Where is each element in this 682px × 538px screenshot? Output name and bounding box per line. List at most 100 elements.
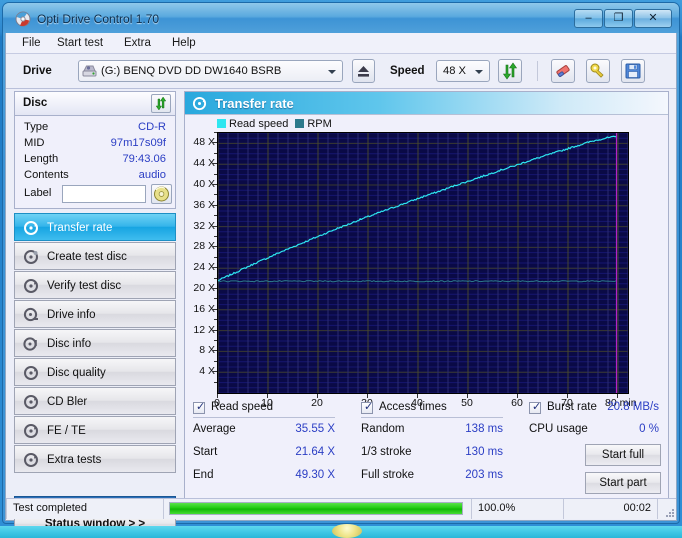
disc-label-input[interactable] xyxy=(62,185,146,203)
y-axis-minor-tick xyxy=(214,215,217,217)
read-speed-label: Read speed xyxy=(211,401,274,413)
main-content: Transfer rate Read speed RPM 4 X 8 X 12 X 16… xyxy=(184,89,676,520)
eject-icon xyxy=(358,66,369,77)
y-axis-minor-tick xyxy=(214,308,217,310)
disc-row-key: Contents xyxy=(24,169,69,181)
drive-select[interactable]: (G:) BENQ DVD DD DW1640 BSRB xyxy=(78,60,343,82)
disc-icon xyxy=(154,186,169,202)
sidebar-nav: Transfer rate Create test disc Verify te… xyxy=(14,213,176,474)
sidebar-item-cd-bler[interactable]: CD Bler xyxy=(14,387,176,415)
y-axis-minor-tick xyxy=(214,173,217,175)
drive-info-icon xyxy=(23,307,39,323)
result-row-random: Random 138 ms xyxy=(361,420,511,443)
transfer-rate-chart: 4 X 8 X 12 X 16 X 20 X 24 X 28 X 32 X 36 X 40 X 44… xyxy=(193,132,637,409)
y-axis-minor-tick xyxy=(214,194,217,196)
close-button[interactable]: ✕ xyxy=(634,9,672,28)
y-axis-minor-tick xyxy=(214,381,217,383)
menu-item-file[interactable]: File xyxy=(16,36,47,51)
save-icon xyxy=(625,63,641,79)
result-value: 203 ms xyxy=(465,469,503,481)
y-axis-minor-tick xyxy=(214,142,217,144)
refresh-icon xyxy=(155,96,167,111)
menu-item-extra[interactable]: Extra xyxy=(118,36,157,51)
burst-rate-checkbox[interactable]: ✓ xyxy=(529,401,541,414)
y-axis-minor-tick xyxy=(214,236,217,237)
progress-bar xyxy=(169,502,463,515)
maximize-icon: ❐ xyxy=(613,12,624,24)
y-axis-minor-tick xyxy=(214,288,217,289)
result-key: Random xyxy=(361,423,405,435)
x-axis-tick-mark xyxy=(217,394,218,398)
x-axis-tick-mark xyxy=(567,394,568,398)
sidebar-item-label: Disc quality xyxy=(47,367,106,379)
disc-row-value: 79:43.06 xyxy=(122,153,166,165)
disc-row-key: Type xyxy=(24,121,49,133)
result-key: Full stroke xyxy=(361,469,415,481)
close-icon: ✕ xyxy=(648,12,658,24)
x-axis-tick-mark xyxy=(317,394,318,398)
menu-item-help[interactable]: Help xyxy=(166,36,202,51)
sidebar-item-disc-info[interactable]: Disc info xyxy=(14,329,176,357)
disc-refresh-button[interactable] xyxy=(151,94,171,113)
drive-label: Drive xyxy=(23,65,52,77)
result-key: Average xyxy=(193,423,236,435)
status-message-cell: Test completed xyxy=(6,499,164,519)
eject-button[interactable] xyxy=(352,59,375,83)
minimize-button[interactable]: – xyxy=(574,9,603,28)
sidebar-item-fe-te[interactable]: FE / TE xyxy=(14,416,176,444)
x-axis-tick-mark xyxy=(367,394,368,398)
erase-button[interactable] xyxy=(551,59,575,83)
maximize-button[interactable]: ❐ xyxy=(604,9,633,28)
sidebar-item-label: Drive info xyxy=(47,309,96,321)
speed-select[interactable]: 48 X xyxy=(436,60,490,82)
start-full-button[interactable]: Start full xyxy=(585,444,661,466)
results-read-speed: ✓ Read speed Average 35.55 X Start 21.64… xyxy=(193,400,343,489)
start-part-button[interactable]: Start part xyxy=(585,472,661,494)
title-bar: Opti Drive Control 1.70 – ❐ ✕ xyxy=(3,3,679,33)
sidebar-item-extra-tests[interactable]: Extra tests xyxy=(14,445,176,473)
menu-item-start-test[interactable]: Start test xyxy=(51,36,109,51)
result-value: 21.64 X xyxy=(295,446,335,458)
y-axis-tick-label: 48 X xyxy=(193,136,215,149)
disc-test-icon xyxy=(23,220,39,236)
refresh-button[interactable] xyxy=(498,59,522,83)
sidebar-item-create-test-disc[interactable]: Create test disc xyxy=(14,242,176,270)
sidebar-item-verify-test-disc[interactable]: Verify test disc xyxy=(14,271,176,299)
legend-label-rpm: RPM xyxy=(307,118,332,130)
y-axis-tick-label: 32 X xyxy=(193,219,215,232)
sidebar-item-label: Create test disc xyxy=(47,251,127,263)
start-orb-icon[interactable] xyxy=(332,524,362,538)
disc-bler-icon xyxy=(23,394,39,410)
check-icon: ✓ xyxy=(196,401,206,413)
save-button[interactable] xyxy=(621,59,645,83)
sidebar-item-transfer-rate[interactable]: Transfer rate xyxy=(14,213,176,241)
speed-label: Speed xyxy=(390,65,425,77)
y-axis-tick-label: 16 X xyxy=(193,302,215,315)
access-times-checkbox[interactable]: ✓ xyxy=(361,401,373,414)
result-row-start: Start 21.64 X xyxy=(193,443,343,466)
sidebar-item-disc-quality[interactable]: Disc quality xyxy=(14,358,176,386)
menu-bar: File Start test Extra Help xyxy=(6,33,676,54)
minimize-icon: – xyxy=(585,12,592,24)
result-row-average: Average 35.55 X xyxy=(193,420,343,443)
legend-swatch-read-speed xyxy=(217,119,226,128)
x-axis-tick-mark xyxy=(267,394,268,398)
result-value: 35.55 X xyxy=(295,423,335,435)
read-disc-label-button[interactable] xyxy=(151,184,172,204)
bitsetting-button[interactable] xyxy=(586,59,610,83)
application-window: Opti Drive Control 1.70 – ❐ ✕ File Start… xyxy=(0,0,682,535)
chevron-down-icon xyxy=(475,70,483,74)
cpu-usage-key: CPU usage xyxy=(529,423,588,435)
read-speed-checkbox[interactable]: ✓ xyxy=(193,401,206,414)
window-title: Opti Drive Control 1.70 xyxy=(37,12,160,26)
y-axis-minor-tick xyxy=(214,350,217,352)
divider xyxy=(361,417,503,418)
resize-grip[interactable] xyxy=(658,499,676,519)
x-axis-tick-mark xyxy=(517,394,518,398)
access-times-label: Access times xyxy=(379,401,447,413)
disc-panel-title: Disc xyxy=(23,97,48,109)
drive-value: (G:) BENQ DVD DD DW1640 BSRB xyxy=(101,65,282,77)
result-value: 49.30 X xyxy=(295,469,335,481)
disc-verify-icon xyxy=(23,278,39,294)
sidebar-item-drive-info[interactable]: Drive info xyxy=(14,300,176,328)
